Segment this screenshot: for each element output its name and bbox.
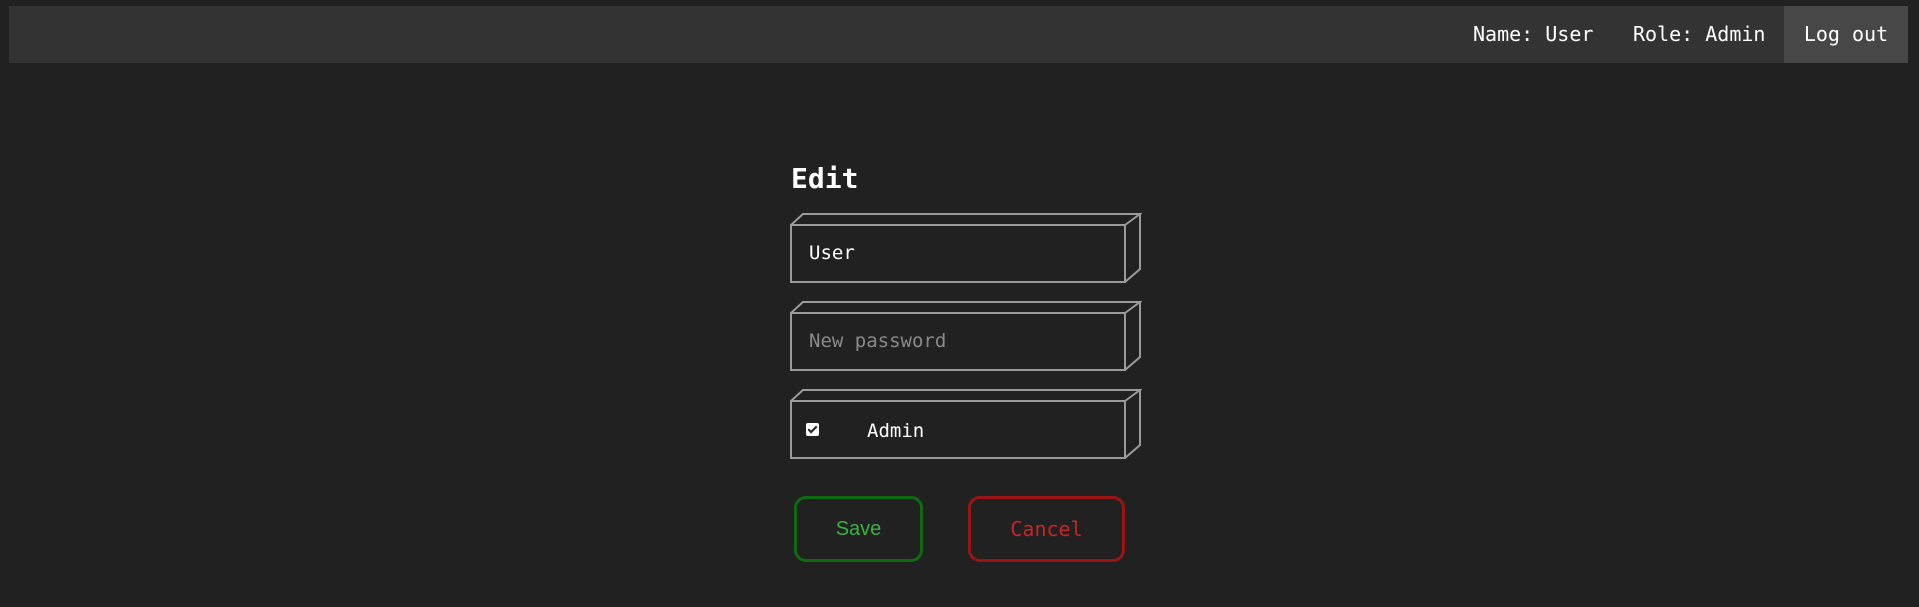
user-name-label: Name: User <box>1473 22 1594 46</box>
user-role-label: Role: Admin <box>1633 22 1766 46</box>
admin-label: Admin <box>867 420 925 442</box>
new-password-input[interactable] <box>792 314 1109 368</box>
page-title: Edit <box>791 162 859 195</box>
username-input[interactable] <box>792 226 1109 280</box>
password-field-box <box>790 301 1142 373</box>
admin-checkbox[interactable] <box>806 422 819 436</box>
save-button[interactable]: Save <box>794 496 923 562</box>
logout-button[interactable]: Log out <box>1784 6 1908 63</box>
admin-field-box: Admin <box>790 389 1142 461</box>
cancel-button[interactable]: Cancel <box>968 496 1125 562</box>
top-bar: Name: User Role: Admin Log out <box>9 6 1908 63</box>
username-field-box <box>790 213 1142 285</box>
